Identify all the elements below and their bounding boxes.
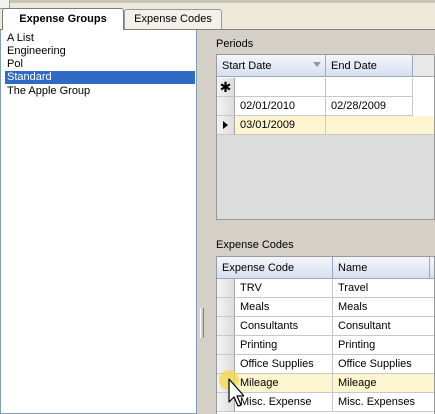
current-row-indicator[interactable] — [217, 116, 235, 135]
period-start-cell[interactable]: 03/01/2009 — [235, 116, 326, 135]
column-header-name[interactable]: Name — [333, 257, 430, 279]
top-border — [0, 0, 435, 3]
expense-code-cell[interactable]: Printing — [235, 336, 333, 355]
column-header-expense-code[interactable]: Expense Code — [217, 257, 333, 279]
expense-code-cell[interactable]: Office Supplies — [235, 355, 333, 374]
sort-arrow-icon — [313, 62, 321, 67]
header-filler — [430, 257, 434, 279]
column-header-start-date[interactable]: Start Date — [217, 55, 326, 77]
list-item-the-apple-group[interactable]: The Apple Group — [5, 85, 195, 98]
tab-expense-groups[interactable]: Expense Groups — [2, 8, 124, 30]
column-header-end-date[interactable]: End Date — [326, 55, 413, 77]
current-row-arrow-icon — [223, 121, 228, 129]
row-header[interactable] — [217, 317, 235, 336]
expense-code-cell[interactable]: Misc. Expense — [235, 393, 333, 412]
new-row-icon[interactable]: ✱ — [217, 78, 235, 97]
splitter-grip[interactable] — [200, 308, 204, 338]
list-item-pol[interactable]: Pol — [5, 58, 195, 71]
new-row-start-cell[interactable] — [235, 78, 326, 97]
expense-name-cell[interactable]: Misc. Expenses — [333, 393, 434, 412]
new-row-end-cell[interactable] — [326, 78, 413, 97]
expense-name-cell[interactable]: Mileage — [333, 374, 434, 393]
expense-codes-label: Expense Codes — [216, 239, 294, 251]
periods-label: Periods — [216, 38, 254, 50]
column-header-start-date-label: Start Date — [222, 60, 272, 72]
expense-name-cell[interactable]: Consultant — [333, 317, 434, 336]
row-header[interactable] — [217, 97, 235, 116]
expense-code-cell[interactable]: Mileage — [235, 374, 333, 393]
list-item-a-list[interactable]: A List — [5, 32, 195, 45]
splitter[interactable] — [197, 30, 207, 414]
period-end-cell[interactable]: 02/28/2009 — [326, 97, 413, 116]
expense-name-cell[interactable]: Office Supplies — [333, 355, 434, 374]
periods-grid[interactable]: Start Date End Date ✱ 02/01/2010 02/28/2… — [216, 54, 435, 220]
expense-codes-grid[interactable]: Expense Code Name TRV Travel Meals Meals… — [216, 256, 435, 414]
list-item-engineering[interactable]: Engineering — [5, 45, 195, 58]
expense-code-cell[interactable]: Consultants — [235, 317, 333, 336]
periods-grid-empty-area — [217, 135, 434, 219]
expense-name-cell[interactable]: Printing — [333, 336, 434, 355]
row-header[interactable] — [217, 279, 235, 298]
tab-strip: Expense Groups Expense Codes — [0, 0, 435, 30]
row-header[interactable] — [217, 298, 235, 317]
mouse-cursor-icon — [219, 370, 244, 407]
expense-code-cell[interactable]: Meals — [235, 298, 333, 317]
tab-expense-codes[interactable]: Expense Codes — [124, 9, 222, 29]
expense-groups-list[interactable]: A List Engineering Pol Standard The Appl… — [0, 30, 197, 414]
expense-name-cell[interactable]: Meals — [333, 298, 434, 317]
expense-name-cell[interactable]: Travel — [333, 279, 434, 298]
period-start-cell[interactable]: 02/01/2010 — [235, 97, 326, 116]
period-end-cell[interactable] — [326, 116, 434, 135]
header-filler — [413, 55, 434, 77]
expense-code-cell[interactable]: TRV — [235, 279, 333, 298]
list-item-standard[interactable]: Standard — [5, 71, 195, 84]
row-header[interactable] — [217, 336, 235, 355]
